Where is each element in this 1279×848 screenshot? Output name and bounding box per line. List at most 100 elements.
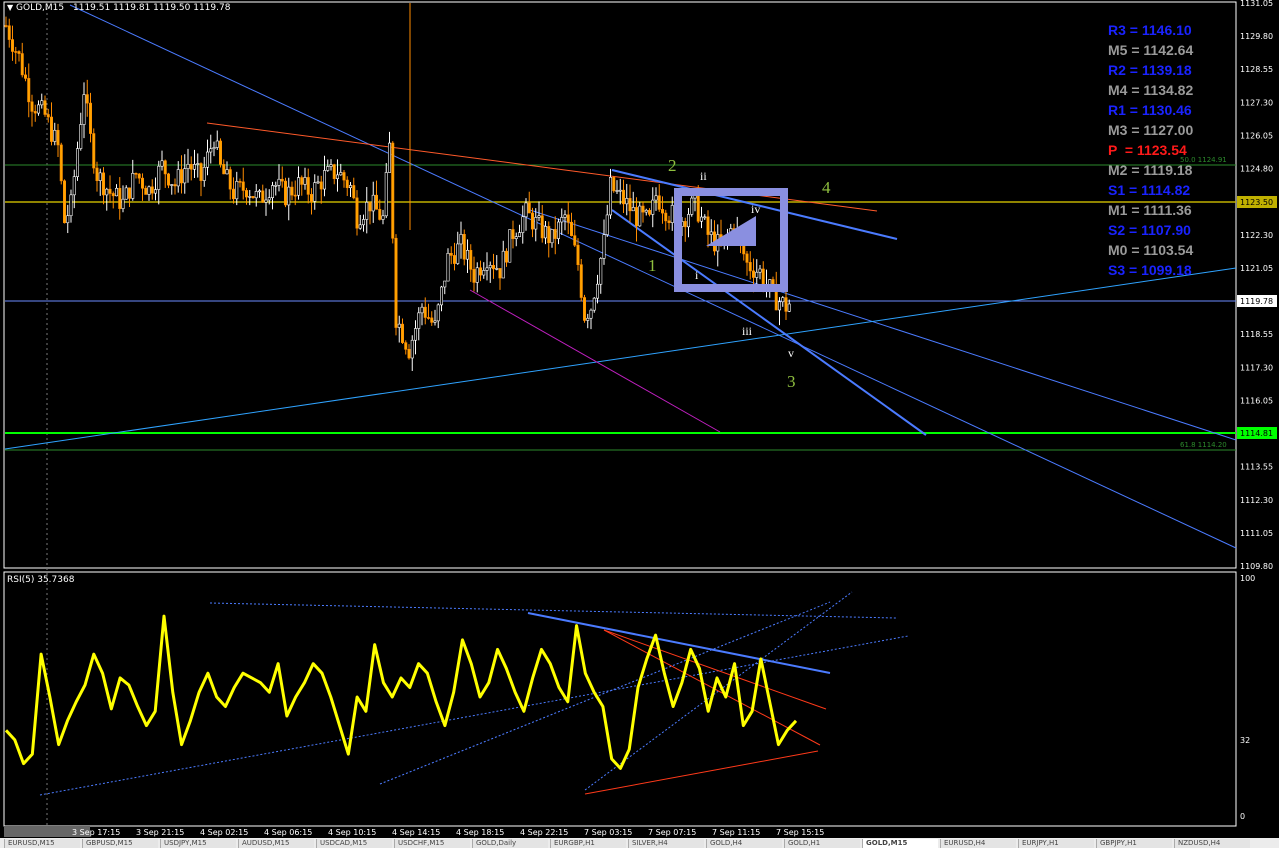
candle-body [472, 269, 476, 283]
triangle-pattern-marker [706, 216, 756, 246]
chart-menu-icon[interactable]: ▼ [7, 3, 13, 12]
candle-body [426, 317, 430, 319]
rsi-tick-label: 32 [1240, 736, 1250, 745]
candle-body [66, 215, 70, 224]
candle-body [33, 111, 37, 114]
candle-body [660, 209, 664, 214]
candle-body [137, 173, 141, 179]
candle-body [647, 209, 651, 215]
rsi-trendline-red-bottom[interactable] [584, 750, 819, 795]
candle-body [335, 174, 339, 179]
chart-tab[interactable]: GOLD,H4 [706, 839, 782, 848]
candle-body [664, 212, 668, 222]
candle-body [339, 172, 343, 176]
chart-tab[interactable]: GBPUSD,M15 [82, 839, 158, 848]
candle-body [748, 262, 752, 272]
candle-body [154, 189, 158, 194]
candle-body [296, 177, 300, 196]
chart-tab[interactable]: USDJPY,M15 [160, 839, 236, 848]
rsi-label: RSI(5) 35.7368 [7, 575, 75, 585]
candle-body [53, 129, 57, 142]
trading-chart[interactable]: 1131.051129.801128.551127.301126.051124.… [0, 0, 1279, 848]
candle-body [400, 323, 404, 343]
pivot-level-label: R3 = 1146.10 [1108, 22, 1192, 38]
time-tick-label: 4 Sep 10:15 [328, 828, 376, 837]
candle-body [144, 187, 148, 195]
chart-tab[interactable]: GOLD,Daily [472, 839, 548, 848]
trendline-magenta[interactable] [469, 289, 721, 433]
chart-tab[interactable]: USDCAD,M15 [316, 839, 392, 848]
candle-body [462, 234, 466, 260]
candlestick-series [4, 16, 791, 371]
candle-body [352, 185, 356, 199]
rsi-tick-label: 100 [1240, 574, 1255, 583]
pivot-level-label: M2 = 1119.18 [1108, 162, 1193, 178]
chart-tab[interactable]: EURGBP,H1 [550, 839, 626, 848]
trendline-rising[interactable] [4, 267, 1237, 450]
candle-body [150, 186, 154, 194]
candle-body [287, 186, 291, 206]
candle-body [82, 94, 86, 125]
candle-body [482, 270, 486, 276]
candle-body [641, 205, 645, 213]
trendline-blue-thick-lower[interactable] [611, 209, 927, 436]
candle-body [683, 221, 687, 228]
candle-body [134, 172, 138, 175]
candle-body [245, 190, 249, 198]
candle-body [556, 221, 560, 239]
main-chart-header: ▼ GOLD,M15 1119.51 1119.81 1119.50 1119.… [7, 3, 230, 13]
rsi-trendline-dotted-top[interactable] [209, 602, 897, 619]
candle-body [283, 180, 287, 206]
symbol-label: GOLD,M15 [16, 3, 65, 13]
trendline-channel-upper[interactable] [69, 4, 1237, 549]
chart-tab[interactable]: GOLD,M15 [862, 839, 938, 848]
candle-body [267, 197, 271, 201]
pivot-level-label: M3 = 1127.00 [1108, 122, 1194, 138]
candle-body [128, 187, 132, 199]
candle-body [232, 188, 236, 200]
candle-body [368, 201, 372, 212]
chart-tab[interactable]: EURUSD,H4 [940, 839, 1016, 848]
candle-body [787, 303, 791, 312]
chart-tab[interactable]: EURJPY,H1 [1018, 839, 1094, 848]
candle-body [514, 236, 518, 239]
candle-body [475, 267, 479, 283]
chart-tab[interactable]: SILVER,H4 [628, 839, 704, 848]
candle-body [413, 328, 417, 341]
trendline-orange-resistance[interactable] [206, 122, 878, 212]
wave-label-3: 3 [787, 372, 796, 391]
candle-body [235, 181, 239, 200]
chart-tab[interactable]: AUDUSD,M15 [238, 839, 314, 848]
candle-body [238, 181, 242, 183]
candle-body [365, 201, 369, 220]
chart-tab[interactable]: GOLD,H1 [784, 839, 860, 848]
candle-body [348, 185, 352, 189]
chart-tab[interactable]: USDCHF,M15 [394, 839, 470, 848]
candle-body [316, 181, 320, 184]
chart-tab[interactable]: GBPJPY,H1 [1096, 839, 1172, 848]
candle-body [410, 339, 414, 359]
candle-body [199, 163, 203, 181]
candle-body [23, 74, 27, 79]
candle-body [511, 229, 515, 239]
candle-body [430, 317, 434, 323]
candle-body [85, 94, 89, 104]
candle-body [465, 250, 469, 260]
candle-body [394, 237, 398, 328]
candle-body [4, 25, 8, 27]
candle-body [491, 265, 495, 270]
candle-body [553, 229, 557, 239]
candle-body [160, 160, 164, 167]
candle-body [277, 178, 281, 186]
candle-body [11, 39, 15, 52]
chart-tab[interactable]: EURUSD,M15 [4, 839, 80, 848]
candle-body [248, 196, 252, 198]
pivot-level-label: P = 1123.54 [1108, 142, 1187, 158]
candle-body [59, 144, 63, 182]
candle-body [446, 253, 450, 282]
chart-tab[interactable]: NZDUSD,H4 [1174, 839, 1250, 848]
price-tick-label: 1116.05 [1240, 396, 1273, 405]
candle-body [186, 163, 190, 169]
candle-body [615, 190, 619, 192]
price-tick-label: 1111.05 [1240, 529, 1273, 538]
